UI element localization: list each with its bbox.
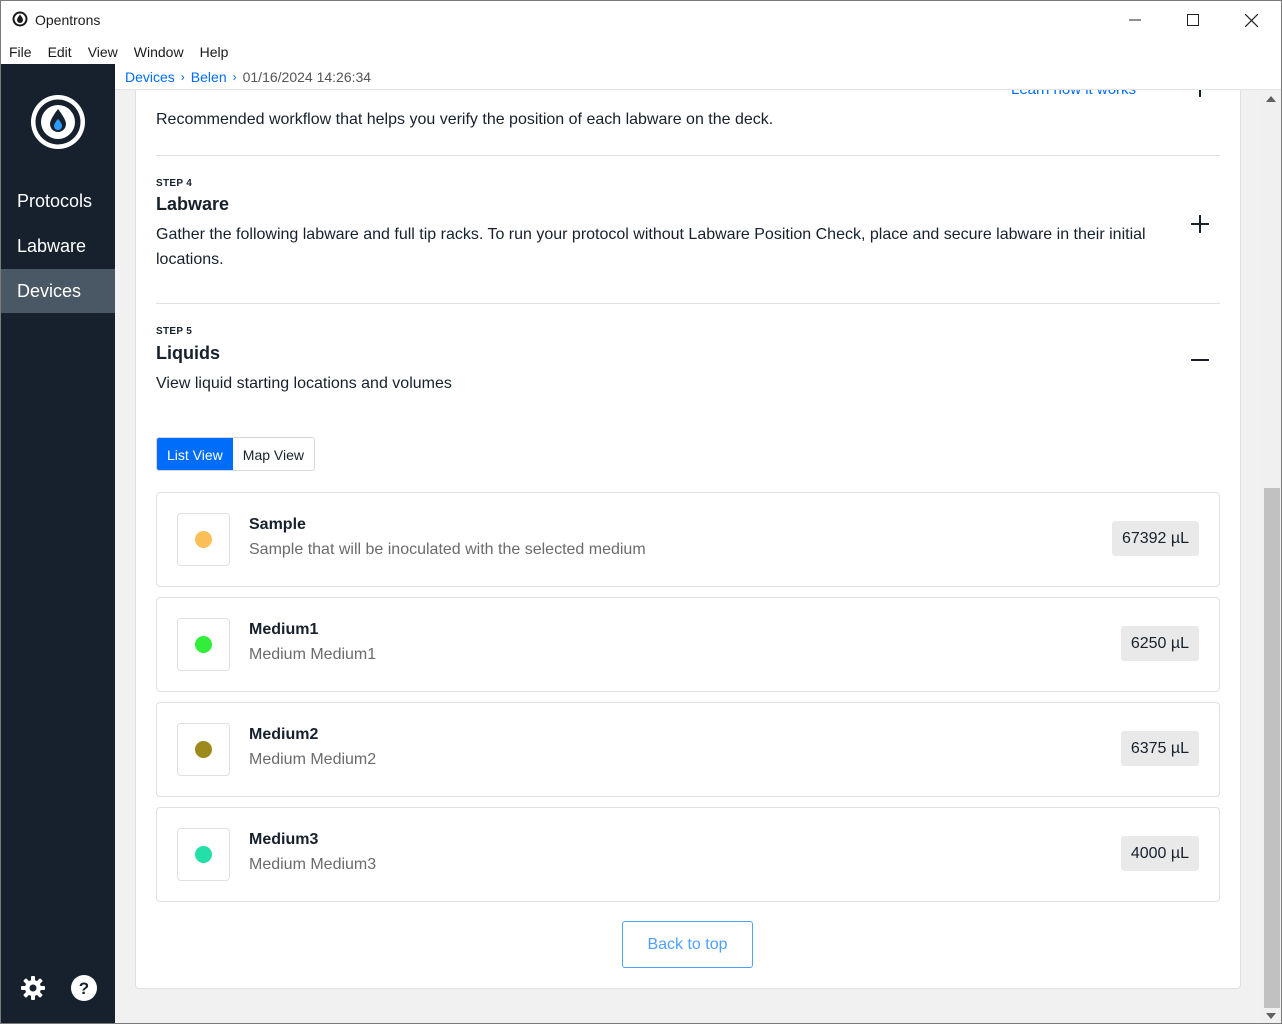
liquid-name: Medium2 [249,726,319,743]
menu-edit[interactable]: Edit [48,44,72,60]
liquid-name: Sample [249,516,306,533]
liquid-volume-badge: 67392 µL [1111,521,1199,556]
liquid-volume-badge: 4000 µL [1120,836,1199,871]
menu-file[interactable]: File [9,44,32,60]
learn-how-it-works-link[interactable]: Learn how it works [1011,90,1136,98]
liquid-color-dot [195,531,212,548]
title-bar: Opentrons [1,1,1281,39]
close-button[interactable] [1222,1,1280,39]
liquid-row[interactable]: Medium3 Medium Medium3 4000 µL [156,807,1220,902]
menu-help[interactable]: Help [200,44,229,60]
liquid-color-swatch [177,723,230,776]
step-label: STEP 4 [156,178,193,189]
liquid-color-swatch [177,828,230,881]
divider [156,155,1220,156]
map-view-button[interactable]: Map View [232,438,314,470]
step-title-liquids[interactable]: Liquids [156,343,220,364]
liquid-name: Medium1 [249,621,319,638]
menu-window[interactable]: Window [134,44,184,60]
breadcrumb: Devices › Belen › 01/16/2024 14:26:34 [115,64,1281,90]
menu-bar: File Edit View Window Help [1,39,1281,64]
vertical-scrollbar[interactable] [1262,90,1281,1023]
protocol-setup-card: Learn how it works Recommended workflow … [135,90,1241,989]
liquid-color-dot [195,636,212,653]
liquid-row[interactable]: Sample Sample that will be inoculated wi… [156,492,1220,587]
liquid-description: Sample that will be inoculated with the … [249,541,646,558]
sidebar: Protocols Labware Devices ? [1,64,115,1023]
step-description-liquids: View liquid starting locations and volum… [156,375,452,392]
menu-view[interactable]: View [88,44,118,60]
maximize-icon [1187,14,1199,26]
view-toggle: List View Map View [156,437,315,471]
step-description-labware: Gather the following labware and full ti… [156,226,1146,268]
liquid-color-dot [195,846,212,863]
divider [156,303,1220,304]
maximize-button[interactable] [1164,1,1222,39]
chevron-right-icon: › [232,69,237,84]
liquid-row[interactable]: Medium2 Medium Medium2 6375 µL [156,702,1220,797]
liquid-name: Medium3 [249,831,319,848]
liquid-volume-badge: 6250 µL [1120,626,1199,661]
app-icon [12,11,28,27]
liquid-color-swatch [177,618,230,671]
liquid-volume-badge: 6375 µL [1120,731,1199,766]
scroll-up-arrow-icon[interactable] [1266,96,1276,102]
sidebar-item-protocols[interactable]: Protocols [1,179,115,223]
breadcrumb-run: 01/16/2024 14:26:34 [242,68,372,85]
liquid-color-dot [195,741,212,758]
opentrons-logo-icon [31,95,85,149]
app-window: Opentrons File Edit View Window Help Pro… [0,0,1282,1024]
main-content: Learn how it works Recommended workflow … [115,90,1262,1023]
step-description: Recommended workflow that helps you veri… [156,111,774,128]
minimize-icon [1129,19,1141,21]
svg-text:?: ? [79,979,89,998]
plus-icon[interactable] [1189,90,1211,99]
close-icon [1244,13,1258,27]
liquid-row[interactable]: Medium1 Medium Medium1 6250 µL [156,597,1220,692]
collapse-minus-icon[interactable] [1189,349,1211,371]
gear-icon[interactable] [19,974,47,1002]
breadcrumb-robot[interactable]: Belen [191,69,227,85]
list-view-button[interactable]: List View [157,438,233,470]
expand-plus-icon[interactable] [1189,213,1211,235]
step-label: STEP 5 [156,326,193,337]
window-title: Opentrons [35,12,101,28]
liquid-description: Medium Medium1 [249,646,377,663]
liquid-description: Medium Medium2 [249,751,377,768]
scroll-down-arrow-icon[interactable] [1266,1013,1276,1019]
liquid-description: Medium Medium3 [249,856,377,873]
breadcrumb-devices[interactable]: Devices [125,69,175,85]
sidebar-item-labware[interactable]: Labware [1,224,115,268]
sidebar-item-devices[interactable]: Devices [1,269,115,313]
minimize-button[interactable] [1106,1,1164,39]
help-icon[interactable]: ? [70,974,98,1002]
liquid-color-swatch [177,513,230,566]
chevron-right-icon: › [180,69,185,84]
scroll-thumb[interactable] [1264,488,1280,1008]
back-to-top-button[interactable]: Back to top [622,921,753,968]
step-title-labware[interactable]: Labware [156,194,229,215]
